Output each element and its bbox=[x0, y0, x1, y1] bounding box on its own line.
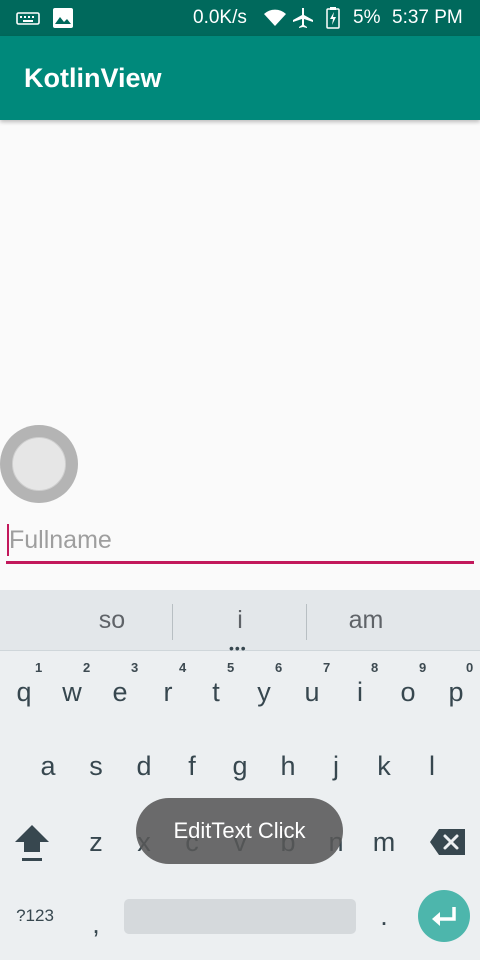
wifi-icon bbox=[263, 0, 287, 36]
key-g[interactable]: g bbox=[216, 744, 264, 788]
clock: 5:37 PM bbox=[392, 7, 463, 28]
key-m[interactable]: m bbox=[360, 820, 408, 864]
comma-key[interactable]: , bbox=[72, 902, 120, 946]
soft-keyboard: so i ••• am 1 q 2 w 3 e 4 r 5 t 6 y 7 u … bbox=[0, 590, 480, 960]
suggestion-more-dots[interactable]: ••• bbox=[229, 640, 247, 656]
key-k[interactable]: k bbox=[360, 744, 408, 788]
battery-charging-icon bbox=[326, 0, 340, 36]
keyboard-icon bbox=[16, 0, 40, 36]
key-f[interactable]: f bbox=[168, 744, 216, 788]
period-key[interactable]: . bbox=[360, 894, 408, 938]
app-bar: KotlinView bbox=[0, 36, 480, 120]
key-p[interactable]: p bbox=[432, 670, 480, 714]
app-title: KotlinView bbox=[24, 62, 162, 93]
backspace-icon bbox=[430, 829, 465, 855]
key-o[interactable]: o bbox=[384, 670, 432, 714]
key-h[interactable]: h bbox=[264, 744, 312, 788]
enter-key[interactable] bbox=[418, 890, 470, 942]
key-d[interactable]: d bbox=[120, 744, 168, 788]
key-u[interactable]: u bbox=[288, 670, 336, 714]
key-i[interactable]: i bbox=[336, 670, 384, 714]
key-l[interactable]: l bbox=[408, 744, 456, 788]
key-a[interactable]: a bbox=[24, 744, 72, 788]
space-bar[interactable] bbox=[124, 899, 356, 934]
network-speed: 0.0K/s bbox=[193, 7, 247, 28]
floating-circle-button[interactable] bbox=[0, 425, 78, 503]
suggestion-divider bbox=[172, 604, 173, 640]
key-q[interactable]: q bbox=[0, 670, 48, 714]
key-s[interactable]: s bbox=[72, 744, 120, 788]
status-bar: 0.0K/s 5% 5:37 PM bbox=[0, 0, 480, 36]
suggestion-right[interactable]: am bbox=[306, 590, 426, 650]
image-icon bbox=[52, 0, 74, 36]
key-j[interactable]: j bbox=[312, 744, 360, 788]
symbols-key[interactable]: ?123 bbox=[4, 894, 66, 938]
floating-circle-inner bbox=[12, 437, 66, 491]
suggestion-left[interactable]: so bbox=[52, 590, 172, 650]
shift-key[interactable] bbox=[8, 820, 56, 864]
key-z[interactable]: z bbox=[72, 820, 120, 864]
key-e[interactable]: e bbox=[96, 670, 144, 714]
key-r[interactable]: r bbox=[144, 670, 192, 714]
key-t[interactable]: t bbox=[192, 670, 240, 714]
airplane-icon bbox=[292, 0, 314, 36]
fullname-placeholder: Fullname bbox=[9, 526, 112, 554]
key-y[interactable]: y bbox=[240, 670, 288, 714]
battery-level: 5% bbox=[353, 7, 381, 28]
fullname-input[interactable]: Fullname bbox=[6, 520, 474, 564]
backspace-key[interactable] bbox=[424, 820, 472, 864]
shift-icon bbox=[15, 825, 49, 861]
toast-message: EditText Click bbox=[136, 798, 343, 864]
suggestion-strip: so i ••• am bbox=[0, 590, 480, 656]
key-w[interactable]: w bbox=[48, 670, 96, 714]
enter-icon bbox=[432, 907, 456, 926]
